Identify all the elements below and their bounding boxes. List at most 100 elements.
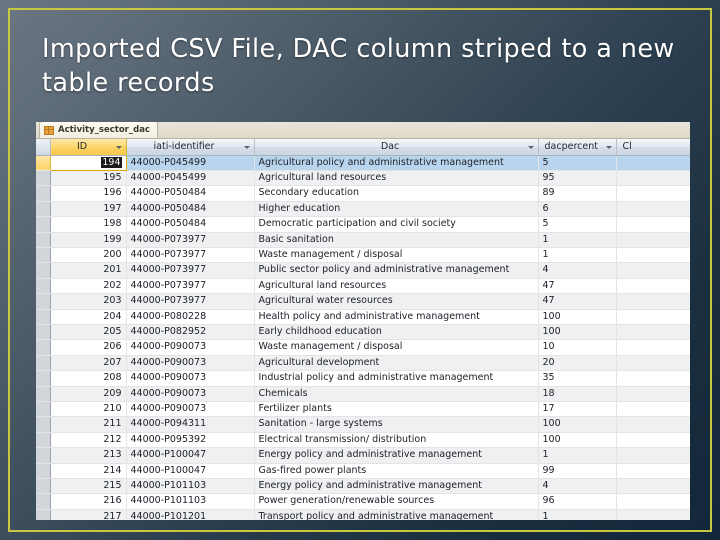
table-row[interactable]: 215 44000-P101103 Energy policy and admini…: [36, 478, 690, 495]
cell-truncated[interactable]: [616, 324, 690, 341]
row-selector[interactable]: [36, 355, 51, 372]
table-row[interactable]: 214 44000-P100047 Gas-fired power plants 99: [36, 463, 690, 480]
table-row[interactable]: 212 44000-P095392 Electrical transmission/…: [36, 432, 690, 449]
row-selector[interactable]: [36, 432, 51, 449]
cell-truncated[interactable]: [616, 232, 690, 248]
cell-iati-identifier[interactable]: 44000-P095392: [126, 432, 255, 449]
cell-id[interactable]: 196: [50, 185, 127, 202]
cell-dacpercent[interactable]: 1: [538, 509, 617, 520]
table-row[interactable]: 216 44000-P101103 Power generation/renewab…: [36, 493, 690, 510]
cell-id[interactable]: 206: [50, 339, 127, 356]
cell-iati-identifier[interactable]: 44000-P100047: [126, 447, 255, 464]
select-all-header[interactable]: [36, 139, 51, 156]
cell-iati-identifier[interactable]: 44000-P073977: [126, 247, 255, 264]
cell-dacpercent[interactable]: 1: [538, 232, 617, 248]
cell-id[interactable]: 202: [50, 278, 127, 295]
row-selector[interactable]: [36, 216, 51, 233]
cell-iati-identifier[interactable]: 44000-P101103: [126, 493, 255, 510]
cell-truncated[interactable]: [616, 201, 690, 218]
row-selector[interactable]: [36, 463, 51, 480]
row-selector[interactable]: [36, 339, 51, 356]
table-row[interactable]: 213 44000-P100047 Energy policy and admini…: [36, 447, 690, 464]
cell-id[interactable]: 217: [50, 509, 127, 520]
cell-dacpercent[interactable]: 35: [538, 370, 617, 387]
cell-iati-identifier[interactable]: 44000-P073977: [126, 232, 255, 248]
row-selector[interactable]: [36, 370, 51, 387]
cell-iati-identifier[interactable]: 44000-P045499: [126, 170, 255, 187]
cell-truncated[interactable]: [616, 416, 690, 433]
row-selector[interactable]: [36, 478, 51, 495]
cell-iati-identifier[interactable]: 44000-P080228: [126, 309, 255, 325]
table-row[interactable]: 197 44000-P050484 Higher education 6: [36, 201, 690, 218]
cell-dac[interactable]: Transport policy and administrative mana…: [254, 509, 539, 520]
cell-dacpercent[interactable]: 100: [538, 432, 617, 449]
cell-id[interactable]: 212: [50, 432, 127, 449]
row-selector[interactable]: [36, 185, 51, 202]
table-row[interactable]: 205 44000-P082952 Early childhood educatio…: [36, 324, 690, 341]
cell-id[interactable]: 215: [50, 478, 127, 495]
cell-dacpercent[interactable]: 20: [538, 355, 617, 372]
cell-truncated[interactable]: [616, 386, 690, 403]
cell-dac[interactable]: Basic sanitation: [254, 232, 539, 248]
table-row[interactable]: 204 44000-P080228 Health policy and admini…: [36, 309, 690, 325]
table-row[interactable]: 207 44000-P090073 Agricultural development…: [36, 355, 690, 372]
column-header-dacpercent[interactable]: dacpercent: [538, 139, 617, 156]
cell-truncated[interactable]: [616, 339, 690, 356]
cell-id[interactable]: 211: [50, 416, 127, 433]
cell-dac[interactable]: Gas-fired power plants: [254, 463, 539, 480]
column-header-truncated[interactable]: Cl: [616, 139, 690, 156]
table-row[interactable]: 199 44000-P073977 Basic sanitation 1: [36, 232, 690, 248]
cell-dac[interactable]: Public sector policy and administrative …: [254, 262, 539, 279]
cell-iati-identifier[interactable]: 44000-P090073: [126, 339, 255, 356]
row-selector[interactable]: [36, 447, 51, 464]
chevron-down-icon[interactable]: [605, 145, 612, 149]
cell-iati-identifier[interactable]: 44000-P050484: [126, 216, 255, 233]
cell-truncated[interactable]: [616, 478, 690, 495]
cell-truncated[interactable]: [616, 493, 690, 510]
cell-iati-identifier[interactable]: 44000-P101103: [126, 478, 255, 495]
table-row[interactable]: 196 44000-P050484 Secondary education 89: [36, 185, 690, 202]
column-header-id[interactable]: ID: [50, 139, 127, 156]
cell-id[interactable]: 194: [49, 154, 127, 171]
cell-id[interactable]: 209: [50, 386, 127, 403]
row-selector[interactable]: [36, 155, 51, 171]
chevron-down-icon[interactable]: [527, 145, 534, 149]
table-row[interactable]: 203 44000-P073977 Agricultural water resou…: [36, 293, 690, 310]
cell-truncated[interactable]: [616, 370, 690, 387]
cell-dac[interactable]: Agricultural development: [254, 355, 539, 372]
row-selector[interactable]: [36, 232, 51, 248]
cell-iati-identifier[interactable]: 44000-P090073: [126, 401, 255, 418]
cell-truncated[interactable]: [616, 447, 690, 464]
table-row[interactable]: 198 44000-P050484 Democratic participation…: [36, 216, 690, 233]
cell-id[interactable]: 213: [50, 447, 127, 464]
row-selector[interactable]: [36, 386, 51, 403]
table-row[interactable]: 209 44000-P090073 Chemicals 18: [36, 386, 690, 403]
table-row[interactable]: 211 44000-P094311 Sanitation - large syste…: [36, 416, 690, 433]
cell-dac[interactable]: Early childhood education: [254, 324, 539, 341]
table-row[interactable]: 202 44000-P073977 Agricultural land resour…: [36, 278, 690, 295]
cell-iati-identifier[interactable]: 44000-P050484: [126, 201, 255, 218]
cell-dacpercent[interactable]: 4: [538, 478, 617, 495]
row-selector[interactable]: [36, 262, 51, 279]
cell-truncated[interactable]: [616, 432, 690, 449]
cell-dac[interactable]: Agricultural land resources: [254, 278, 539, 295]
document-tab-activity-sector-dac[interactable]: Activity_sector_dac: [39, 122, 158, 138]
cell-iati-identifier[interactable]: 44000-P050484: [126, 185, 255, 202]
cell-dac[interactable]: Higher education: [254, 201, 539, 218]
cell-dac[interactable]: Energy policy and administrative managem…: [254, 478, 539, 495]
cell-dacpercent[interactable]: 5: [538, 155, 617, 171]
cell-id[interactable]: 201: [50, 262, 127, 279]
row-selector[interactable]: [36, 509, 51, 520]
row-selector[interactable]: [36, 324, 51, 341]
cell-iati-identifier[interactable]: 44000-P090073: [126, 355, 255, 372]
cell-truncated[interactable]: [616, 185, 690, 202]
table-row[interactable]: 208 44000-P090073 Industrial policy and ad…: [36, 370, 690, 387]
cell-dacpercent[interactable]: 96: [538, 493, 617, 510]
cell-truncated[interactable]: [616, 278, 690, 295]
cell-truncated[interactable]: [616, 293, 690, 310]
cell-truncated[interactable]: [616, 247, 690, 264]
cell-iati-identifier[interactable]: 44000-P101201: [126, 509, 255, 520]
cell-id[interactable]: 214: [50, 463, 127, 480]
cell-dacpercent[interactable]: 100: [538, 309, 617, 325]
cell-dac[interactable]: Energy policy and administrative managem…: [254, 447, 539, 464]
